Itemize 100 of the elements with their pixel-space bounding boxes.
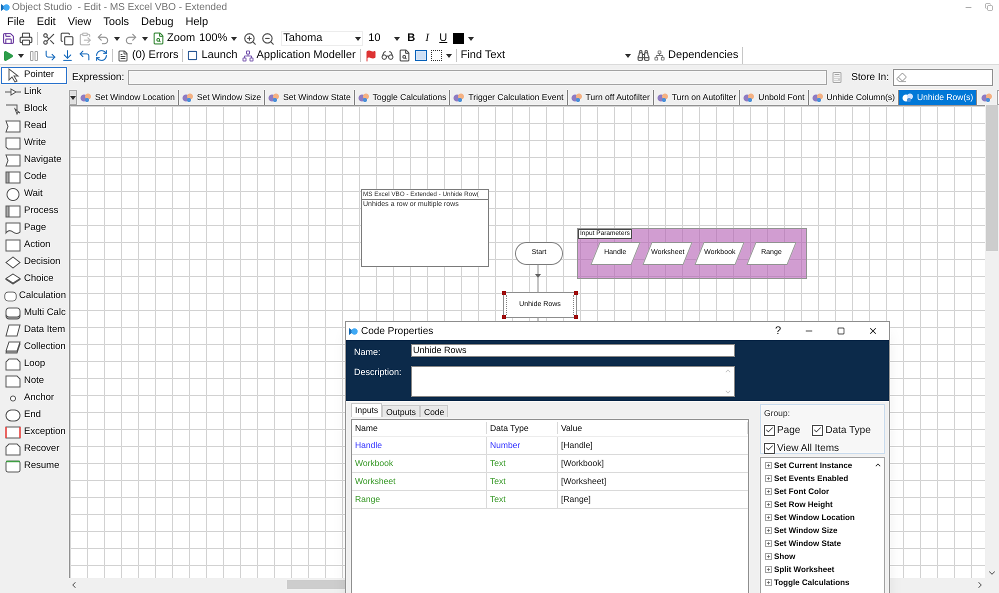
palette-item[interactable]: Note [1,373,67,390]
column-header[interactable]: Name [352,422,487,434]
palette-item[interactable]: Code [1,169,67,186]
palette-item[interactable]: Navigate [1,152,67,169]
palette-item[interactable]: Read [1,118,67,135]
palette-item[interactable]: Decision [1,254,67,271]
palette-item[interactable]: Process [1,203,67,220]
menu-item[interactable]: Debug [141,14,174,30]
expression-field[interactable] [128,70,828,85]
tree-item[interactable]: Set Font Color [765,485,874,498]
tabs-dropdown-button[interactable] [69,90,77,105]
dialog-tab[interactable]: Code [420,405,448,417]
selection-handle[interactable] [502,315,506,319]
tree-item[interactable]: Set Window State [765,537,874,550]
dialog-tab[interactable]: Outputs [382,405,420,417]
expand-icon[interactable] [765,553,772,560]
menu-item[interactable]: File [7,14,25,30]
store-in-field[interactable] [893,69,993,86]
palette-item[interactable]: Collection [1,339,67,356]
flag-icon[interactable] [364,50,377,62]
column-header[interactable]: Value [558,422,748,434]
palette-item[interactable]: Loop [1,356,67,373]
checkbox[interactable]: Data Type [812,422,871,438]
vertical-scrollbar[interactable] [985,105,999,578]
palette-item[interactable]: End [1,407,67,424]
palette-item[interactable]: Block [1,101,67,118]
undo-icon[interactable] [96,32,110,46]
zoom-out-icon[interactable] [261,32,276,46]
frame-icon[interactable] [414,50,427,61]
palette-item[interactable]: Multi Calc [1,305,67,322]
column-header[interactable]: Data Type [487,422,558,434]
palette-item[interactable]: Calculation [1,288,67,305]
redo-icon[interactable] [124,32,138,46]
errors-button[interactable]: (0) Errors [117,47,178,64]
italic-button[interactable]: I [421,30,434,47]
description-field[interactable] [411,366,735,398]
font-dropdown[interactable]: Tahoma [281,31,364,46]
expand-icon[interactable] [765,579,772,586]
expand-icon[interactable] [765,488,772,495]
dialog-tab[interactable]: Inputs [351,403,382,417]
application-modeller-button[interactable]: Application Modeller [242,47,356,64]
expand-icon[interactable] [765,566,772,573]
font-color-swatch[interactable] [453,33,464,44]
tree-item[interactable]: Split Worksheet [765,563,874,576]
expand-icon[interactable] [765,501,772,508]
underline-button[interactable]: U [437,30,450,47]
selection-handle[interactable] [502,291,506,295]
zoom-button[interactable]: Zoom [152,30,196,47]
tree-item[interactable]: Set Row Height [765,498,874,511]
name-field[interactable]: Unhide Rows [411,344,735,357]
tree-item[interactable]: Toggle Calculations [765,576,874,589]
dotted-frame-icon[interactable] [430,50,442,61]
palette-item[interactable]: Data Item [1,322,67,339]
selection-handle[interactable] [574,291,578,295]
calculator-icon[interactable] [831,71,844,84]
palette-item[interactable]: Anchor [1,390,67,407]
save-icon[interactable] [2,32,15,45]
expand-icon[interactable] [765,514,772,521]
zoom-in-icon[interactable] [243,32,258,46]
copy-icon[interactable] [60,32,74,46]
selection-handle[interactable] [574,315,578,319]
step-out-icon[interactable] [78,49,91,62]
glasses-icon[interactable] [380,49,394,62]
page-tab[interactable]: Unhide Row(s) [899,90,978,105]
step-into-icon[interactable] [61,49,74,62]
expand-icon[interactable] [765,475,772,482]
tree-item[interactable]: Show [765,550,874,563]
expand-icon[interactable] [765,462,772,469]
expand-icon[interactable] [765,540,772,547]
restore-icon[interactable] [985,3,993,11]
palette-item[interactable]: Choice [1,271,67,288]
palette-item[interactable]: Recover [1,441,67,458]
expand-icon[interactable] [765,527,772,534]
palette-item[interactable]: Action [1,237,67,254]
palette-item[interactable]: Wait [1,186,67,203]
palette-item[interactable]: Write [1,135,67,152]
tree-item[interactable]: Set Events Enabled [765,472,874,485]
menu-item[interactable]: Help [185,14,208,30]
palette-item[interactable]: Page [1,220,67,237]
scroll-up-icon[interactable] [874,461,882,469]
menu-item[interactable]: Tools [103,14,130,30]
palette-item[interactable]: Resume [1,458,67,475]
dependencies-button[interactable]: Dependencies [654,47,744,64]
play-icon[interactable] [2,50,14,62]
tree-item[interactable]: Set Current Instance [765,459,874,472]
bold-button[interactable]: B [405,30,418,47]
pause-icon[interactable] [28,50,40,62]
tree-item[interactable]: Set Window Location [765,511,874,524]
cut-icon[interactable] [42,32,56,46]
step-icon[interactable] [44,49,57,62]
zoom-dropdown[interactable]: 100% [199,30,240,47]
menu-item[interactable]: Edit [36,14,56,30]
binoculars-icon[interactable] [637,49,650,62]
search-document-icon[interactable] [398,49,411,62]
palette-item[interactable]: Pointer [1,67,67,84]
refresh-icon[interactable] [95,49,108,62]
palette-item[interactable]: Exception [1,424,67,441]
palette-item[interactable]: Link [1,84,67,101]
checkbox[interactable]: Page [764,422,800,438]
menu-item[interactable]: View [68,14,92,30]
